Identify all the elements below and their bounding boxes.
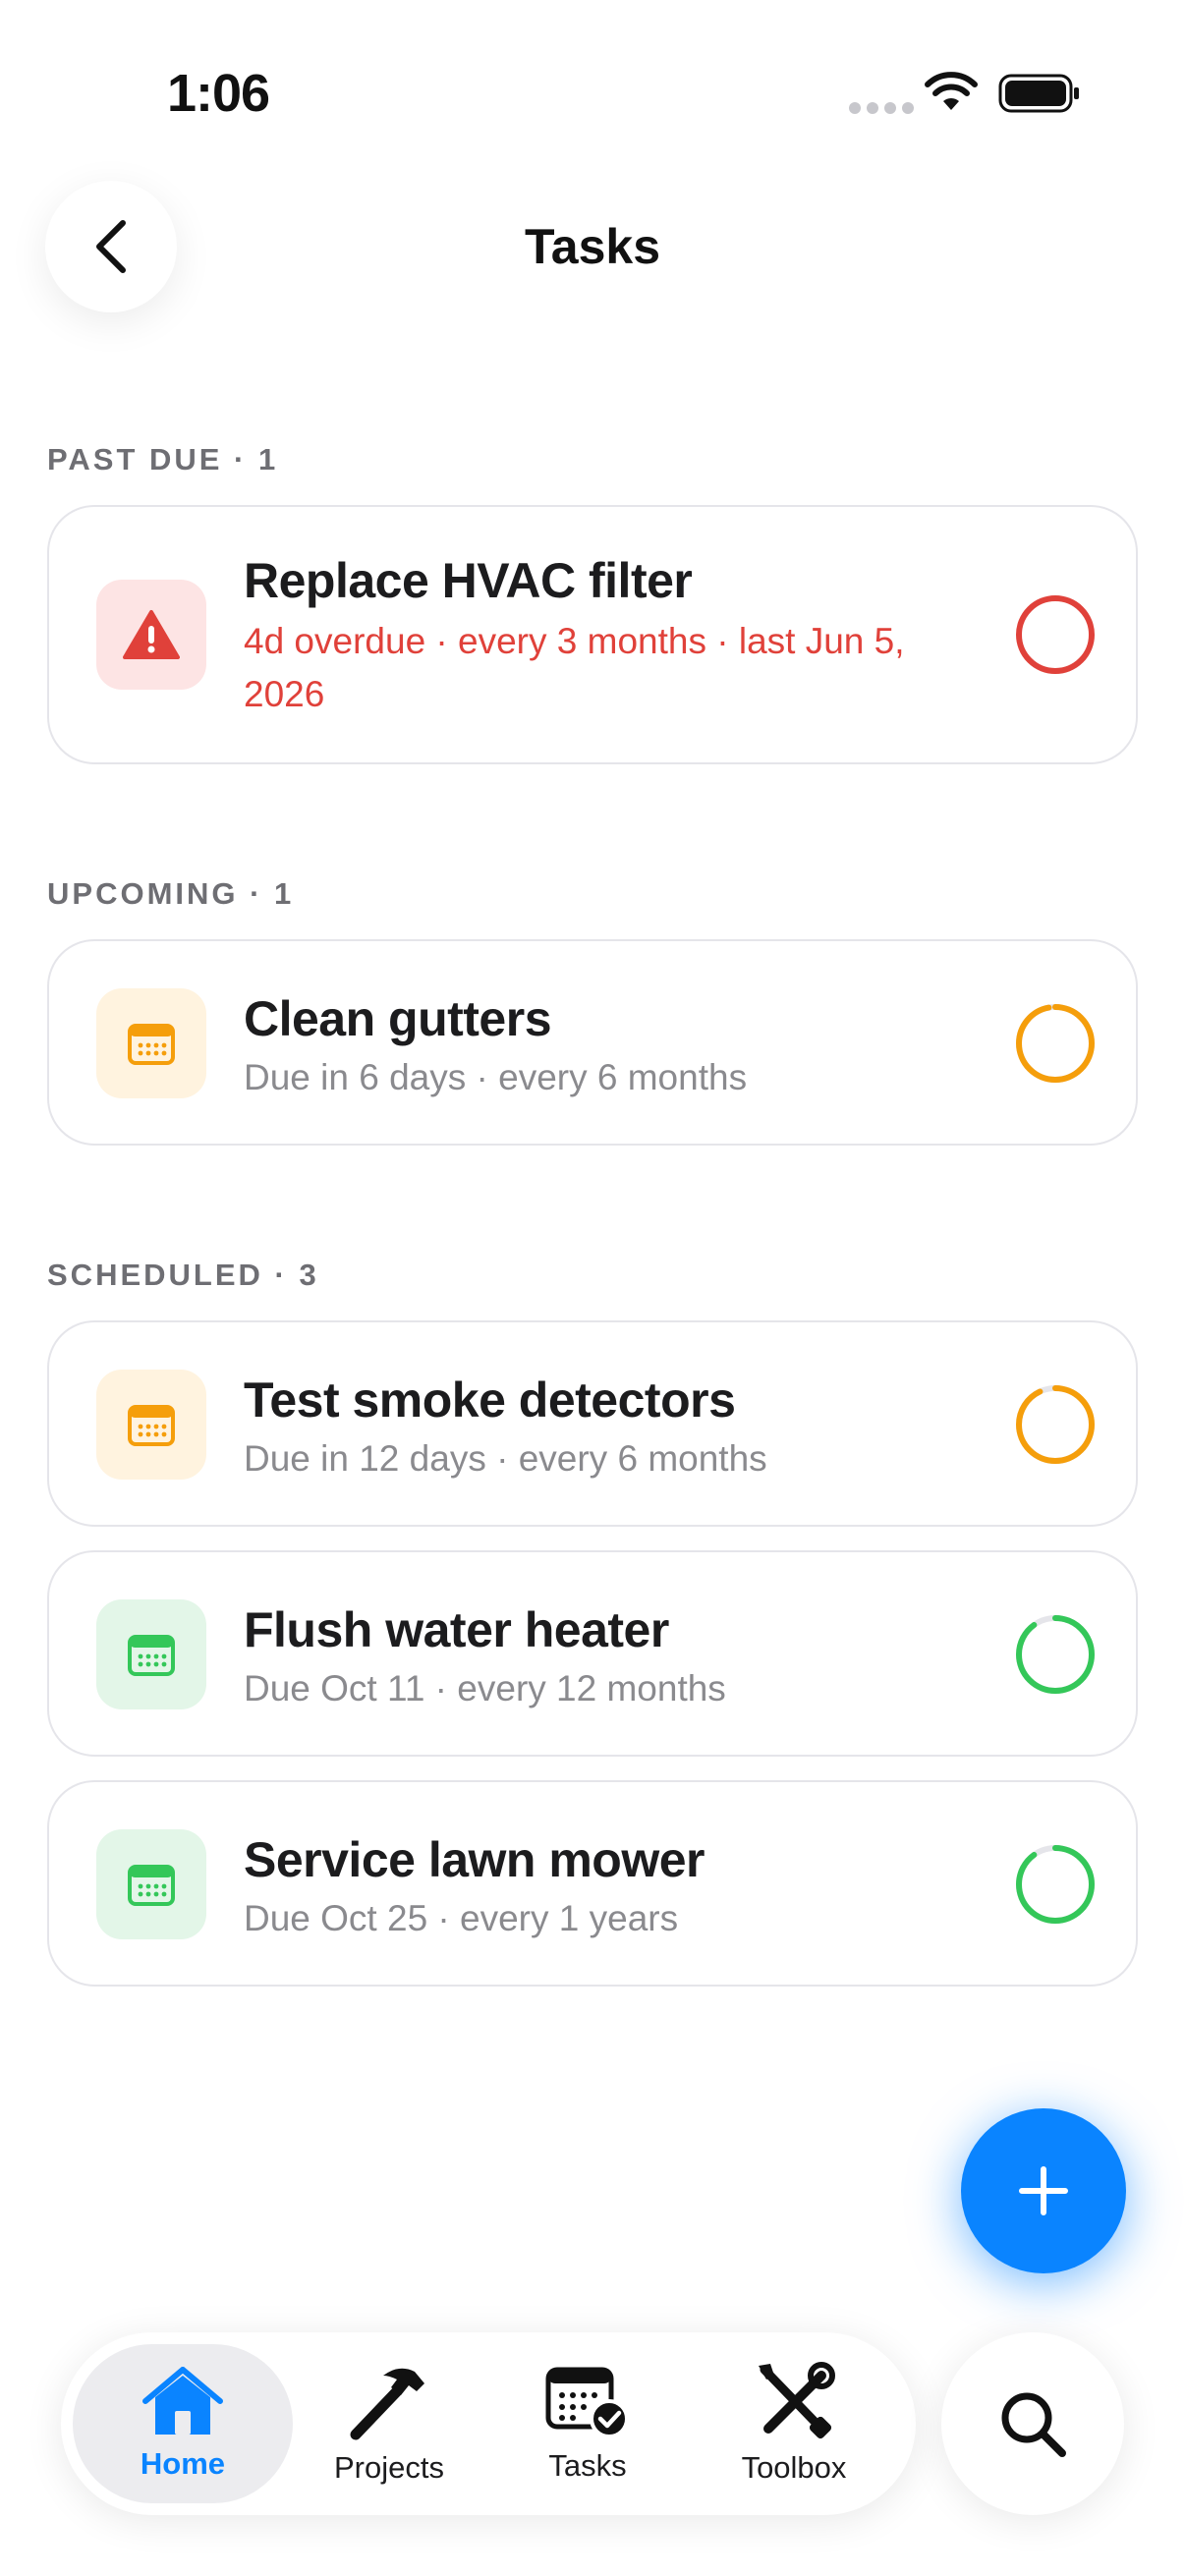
calendar-icon [128,1635,175,1676]
warning-icon [123,610,180,659]
calendar-check-icon [545,2367,629,2438]
task-subtitle: Due Oct 11 · every 12 months [244,1668,726,1708]
completion-ring[interactable] [1014,1613,1097,1696]
tab-label: Toolbox [741,2450,847,2485]
task-icon-tile [96,1599,206,1709]
tab-bar: Home Projects Tasks Toolbox [61,2332,916,2515]
task-subtitle: 4d overdue · every 3 months · last Jun 5… [244,621,905,714]
tab-projects[interactable]: Projects [279,2344,499,2503]
calendar-icon [128,1405,175,1446]
task-title: Clean gutters [244,991,552,1046]
task-subtitle: Due in 12 days · every 6 months [244,1438,767,1479]
task-icon-tile [96,1829,206,1939]
task-card-replace-hvac-filter[interactable]: Replace HVAC filter 4d overdue · every 3… [47,505,1138,764]
status-time: 1:06 [167,64,270,123]
section-header-past-due: PAST DUE · 1 [47,442,279,476]
house-icon [142,2367,223,2435]
tab-home[interactable]: Home [73,2344,293,2503]
battery-icon [998,74,1079,113]
task-title: Replace HVAC filter [244,553,693,608]
calendar-icon [128,1024,175,1065]
tab-label: Tasks [548,2448,627,2483]
section-header-scheduled: SCHEDULED · 3 [47,1258,319,1292]
tab-toolbox[interactable]: Toolbox [684,2344,904,2503]
wrench-screwdriver-icon [759,2362,835,2439]
task-icon-tile [96,988,206,1098]
task-icon-tile [96,1370,206,1480]
task-card-test-smoke-detectors[interactable]: Test smoke detectors Due in 12 days · ev… [47,1320,1138,1527]
search-icon [1001,2392,1066,2457]
status-bar: 1:06 [0,0,1185,196]
task-subtitle: Due in 6 days · every 6 months [244,1057,748,1097]
wifi-icon [925,72,978,110]
completion-ring[interactable] [1014,1843,1097,1926]
hammer-icon [350,2368,424,2440]
task-card-flush-water-heater[interactable]: Flush water heater Due Oct 11 · every 12… [47,1550,1138,1757]
page-title: Tasks [524,219,661,274]
completion-ring[interactable] [1014,593,1097,676]
task-title: Test smoke detectors [244,1372,736,1428]
add-task-button[interactable] [961,2108,1126,2273]
cellular-signal-icon [849,102,914,114]
task-card-service-lawn-mower[interactable]: Service lawn mower Due Oct 25 · every 1 … [47,1780,1138,1987]
task-title: Service lawn mower [244,1832,705,1887]
completion-ring[interactable] [1014,1002,1097,1085]
search-button[interactable] [941,2332,1124,2515]
calendar-icon [128,1865,175,1906]
plus-icon [1019,2166,1068,2215]
tab-label: Home [140,2446,226,2481]
tab-label: Projects [334,2450,444,2485]
task-subtitle: Due Oct 25 · every 1 years [244,1898,679,1938]
tab-tasks[interactable]: Tasks [478,2344,698,2503]
completion-ring[interactable] [1014,1383,1097,1466]
section-header-upcoming: UPCOMING · 1 [47,876,295,911]
task-card-clean-gutters[interactable]: Clean gutters Due in 6 days · every 6 mo… [47,939,1138,1146]
task-icon-tile [96,580,206,690]
task-title: Flush water heater [244,1602,669,1657]
